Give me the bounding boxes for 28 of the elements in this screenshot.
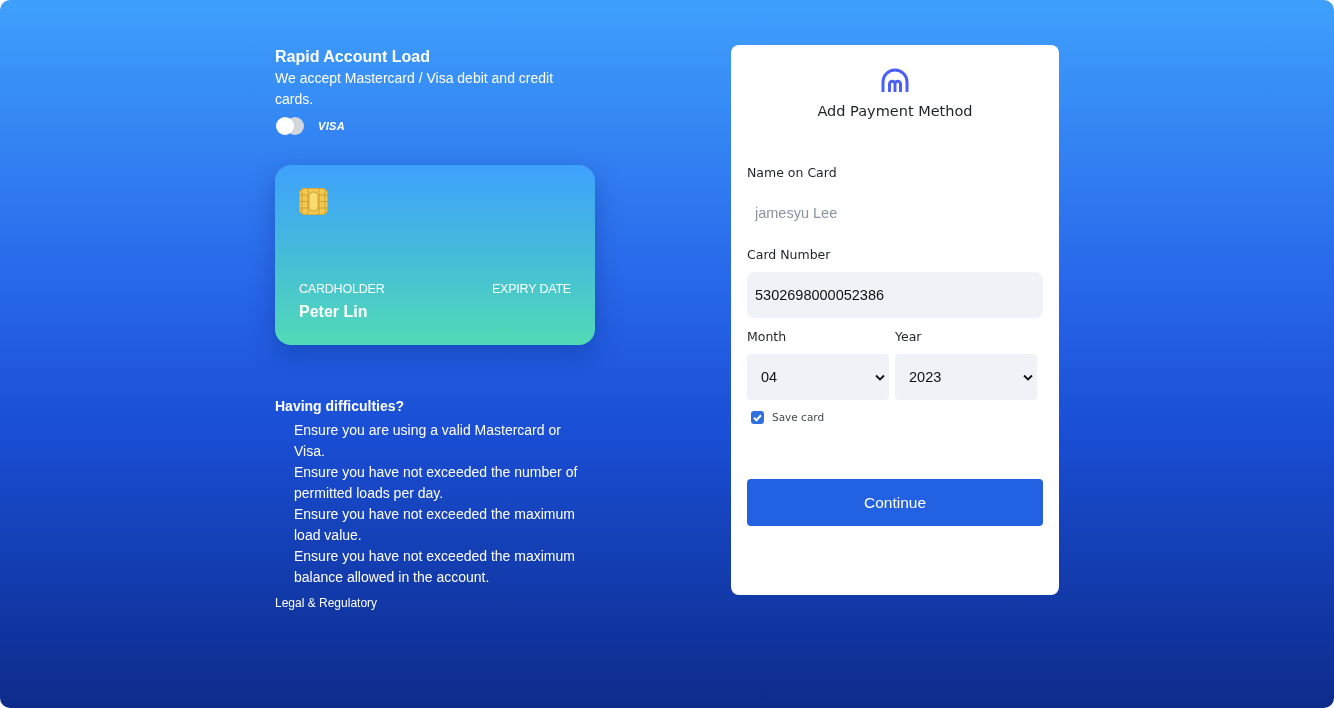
- form-title: Add Payment Method: [816, 102, 974, 121]
- help-text: Ensure you have not exceeded the maximum balance allowed in the account.: [294, 547, 576, 587]
- visa-logo: VISA: [318, 119, 345, 133]
- cardholder-name: Peter Lin: [299, 302, 369, 322]
- field-label: Year: [895, 328, 923, 346]
- card-chip-icon: [299, 188, 328, 215]
- dropdown-select[interactable]: 04: [747, 354, 889, 400]
- chevron-down-icon: [875, 373, 885, 381]
- help-text: Ensure you have not exceeded the maximum load value.: [294, 505, 576, 545]
- page-title: Rapid Account Load: [275, 47, 431, 67]
- legal-link[interactable]: Legal & Regulatory: [275, 594, 378, 612]
- checkbox-label: Save card: [772, 410, 825, 424]
- expiry-label: EXPIRY DATE: [491, 281, 571, 297]
- field-label: Name on Card: [747, 164, 838, 182]
- intro-text: We accept Mastercard / Visa debit and credit cards.: [275, 69, 555, 109]
- field-label: Card Number: [747, 246, 832, 264]
- text-input[interactable]: 5302698000052386: [747, 272, 1043, 318]
- arch-logo-icon: [880, 68, 910, 92]
- continue-button[interactable]: Continue: [747, 479, 1043, 526]
- dropdown-select[interactable]: 2023: [895, 354, 1037, 400]
- save-card-checkbox[interactable]: [751, 410, 764, 424]
- chevron-down-icon: [1023, 373, 1033, 381]
- help-text: Ensure you have not exceeded the number of permitted loads per day.: [294, 463, 579, 503]
- cardholder-label: CARDHOLDER: [299, 281, 385, 297]
- two-circles-icon: [275, 117, 305, 135]
- help-text: Ensure you are using a valid Mastercard or Visa.: [294, 421, 562, 461]
- help-heading: Having difficulties?: [275, 397, 406, 416]
- field-label: Month: [747, 328, 788, 346]
